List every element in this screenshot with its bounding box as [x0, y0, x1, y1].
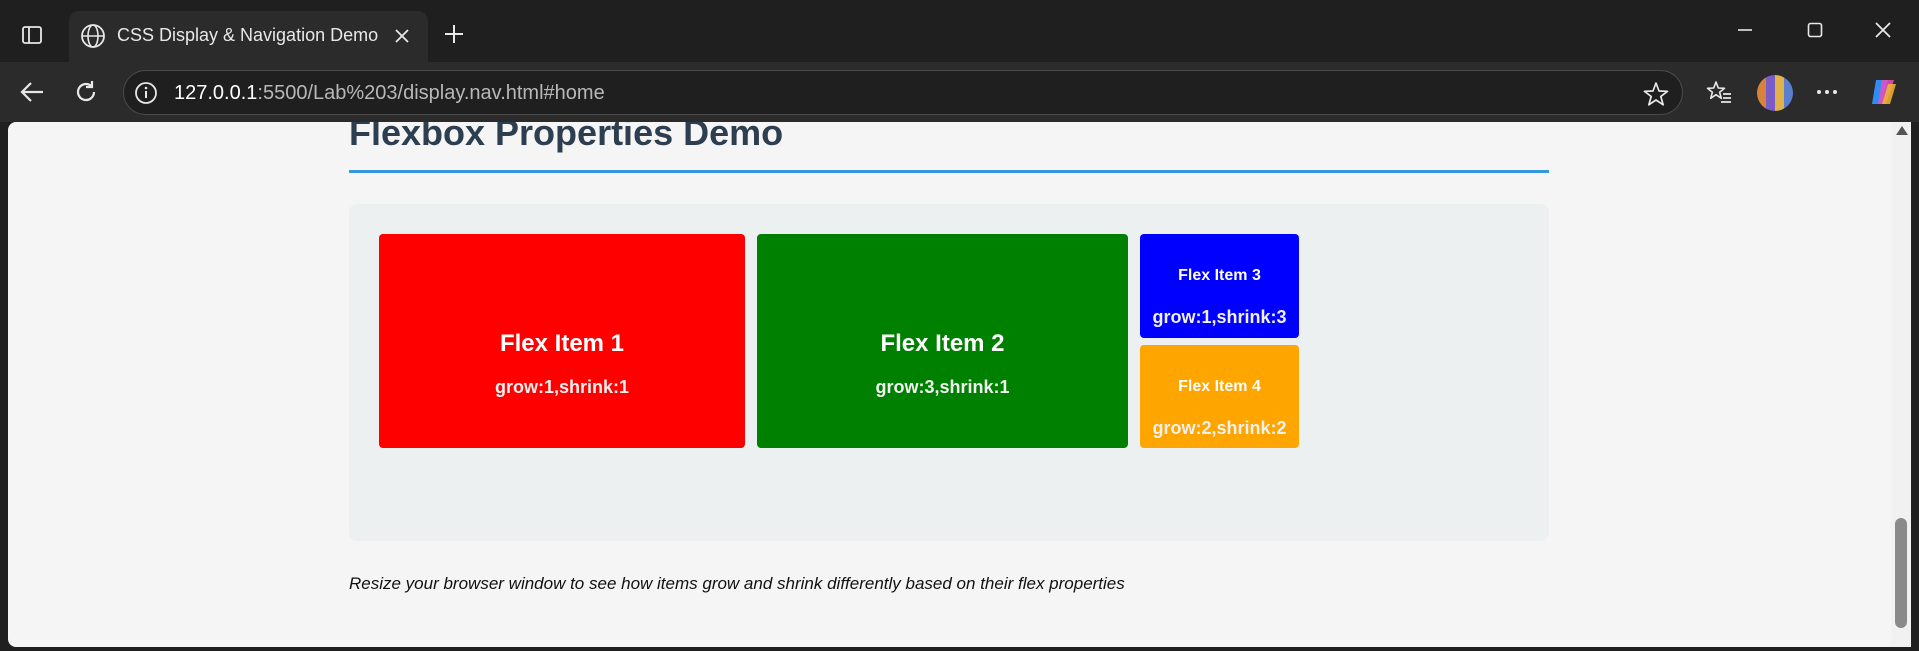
tab-actions-button[interactable] [14, 20, 50, 50]
url-host: 127.0.0.1 [174, 82, 258, 104]
copilot-button[interactable] [1866, 74, 1902, 110]
tab-actions-icon [22, 26, 42, 44]
flex-item-2: Flex Item 2 grow:3,shrink:1 [757, 234, 1128, 448]
flex-item-name: Flex Item 3 [1178, 267, 1261, 284]
resize-note: Resize your browser window to see how it… [349, 574, 1125, 593]
close-icon [1875, 22, 1891, 38]
info-icon[interactable] [134, 81, 158, 105]
close-window-button[interactable] [1860, 12, 1906, 48]
maximize-button[interactable] [1792, 12, 1838, 48]
flex-container: Flex Item 1 grow:1,shrink:1 Flex Item 2 … [349, 204, 1549, 541]
plus-icon [445, 25, 463, 43]
copilot-icon [1872, 80, 1896, 104]
flex-item-rule: grow:1,shrink:3 [1152, 307, 1287, 327]
url-text[interactable]: 127.0.0.1:5500/Lab%203/display.nav.html#… [174, 82, 605, 105]
address-bar[interactable]: 127.0.0.1:5500/Lab%203/display.nav.html#… [123, 70, 1683, 115]
profile-avatar[interactable] [1757, 75, 1793, 111]
favorites-icon [1706, 81, 1731, 103]
browser-toolbar: 127.0.0.1:5500/Lab%203/display.nav.html#… [0, 62, 1919, 122]
maximize-icon [1807, 22, 1823, 38]
favorites-button[interactable] [1701, 74, 1737, 110]
flex-item-1: Flex Item 1 grow:1,shrink:1 [379, 234, 745, 448]
tab-title: CSS Display & Navigation Demo [117, 25, 379, 45]
back-button[interactable] [12, 74, 52, 110]
refresh-button[interactable] [66, 74, 106, 110]
tab-close-button[interactable] [389, 23, 415, 49]
page-viewport: Flexbox Properties Demo Flex Item 1 grow… [8, 122, 1891, 647]
page-title: Flexbox Properties Demo [349, 122, 784, 153]
close-icon [395, 29, 409, 43]
more-icon [1817, 90, 1837, 94]
refresh-icon [76, 81, 96, 102]
scroll-up-arrow[interactable] [1896, 126, 1908, 135]
flex-item-name: Flex Item 2 [880, 330, 1005, 357]
flex-item-rule: grow:1,shrink:1 [494, 377, 630, 397]
flex-item-rule: grow:2,shrink:2 [1152, 418, 1287, 438]
new-tab-button[interactable] [438, 18, 470, 50]
flex-item-name: Flex Item 4 [1178, 378, 1261, 395]
minimize-button[interactable] [1722, 12, 1768, 48]
url-path: :5500/Lab%203/display.nav.html#home [257, 82, 605, 104]
minimize-icon [1738, 29, 1752, 31]
globe-icon [81, 24, 105, 48]
flex-item-name: Flex Item 1 [499, 330, 625, 357]
flex-item-rule: grow:3,shrink:1 [875, 377, 1010, 397]
flex-item-3: Flex Item 3 grow:1,shrink:3 [1140, 234, 1299, 338]
back-icon [20, 82, 43, 102]
title-bar: CSS Display & Navigation Demo [0, 0, 1919, 62]
heading-underline [349, 170, 1549, 173]
star-icon[interactable] [1642, 80, 1670, 108]
vertical-scrollbar[interactable] [1891, 122, 1911, 647]
browser-tab-active[interactable]: CSS Display & Navigation Demo [69, 11, 428, 62]
flex-item-4: Flex Item 4 grow:2,shrink:2 [1140, 345, 1299, 448]
scroll-thumb[interactable] [1895, 518, 1907, 628]
more-options-button[interactable] [1809, 74, 1845, 110]
